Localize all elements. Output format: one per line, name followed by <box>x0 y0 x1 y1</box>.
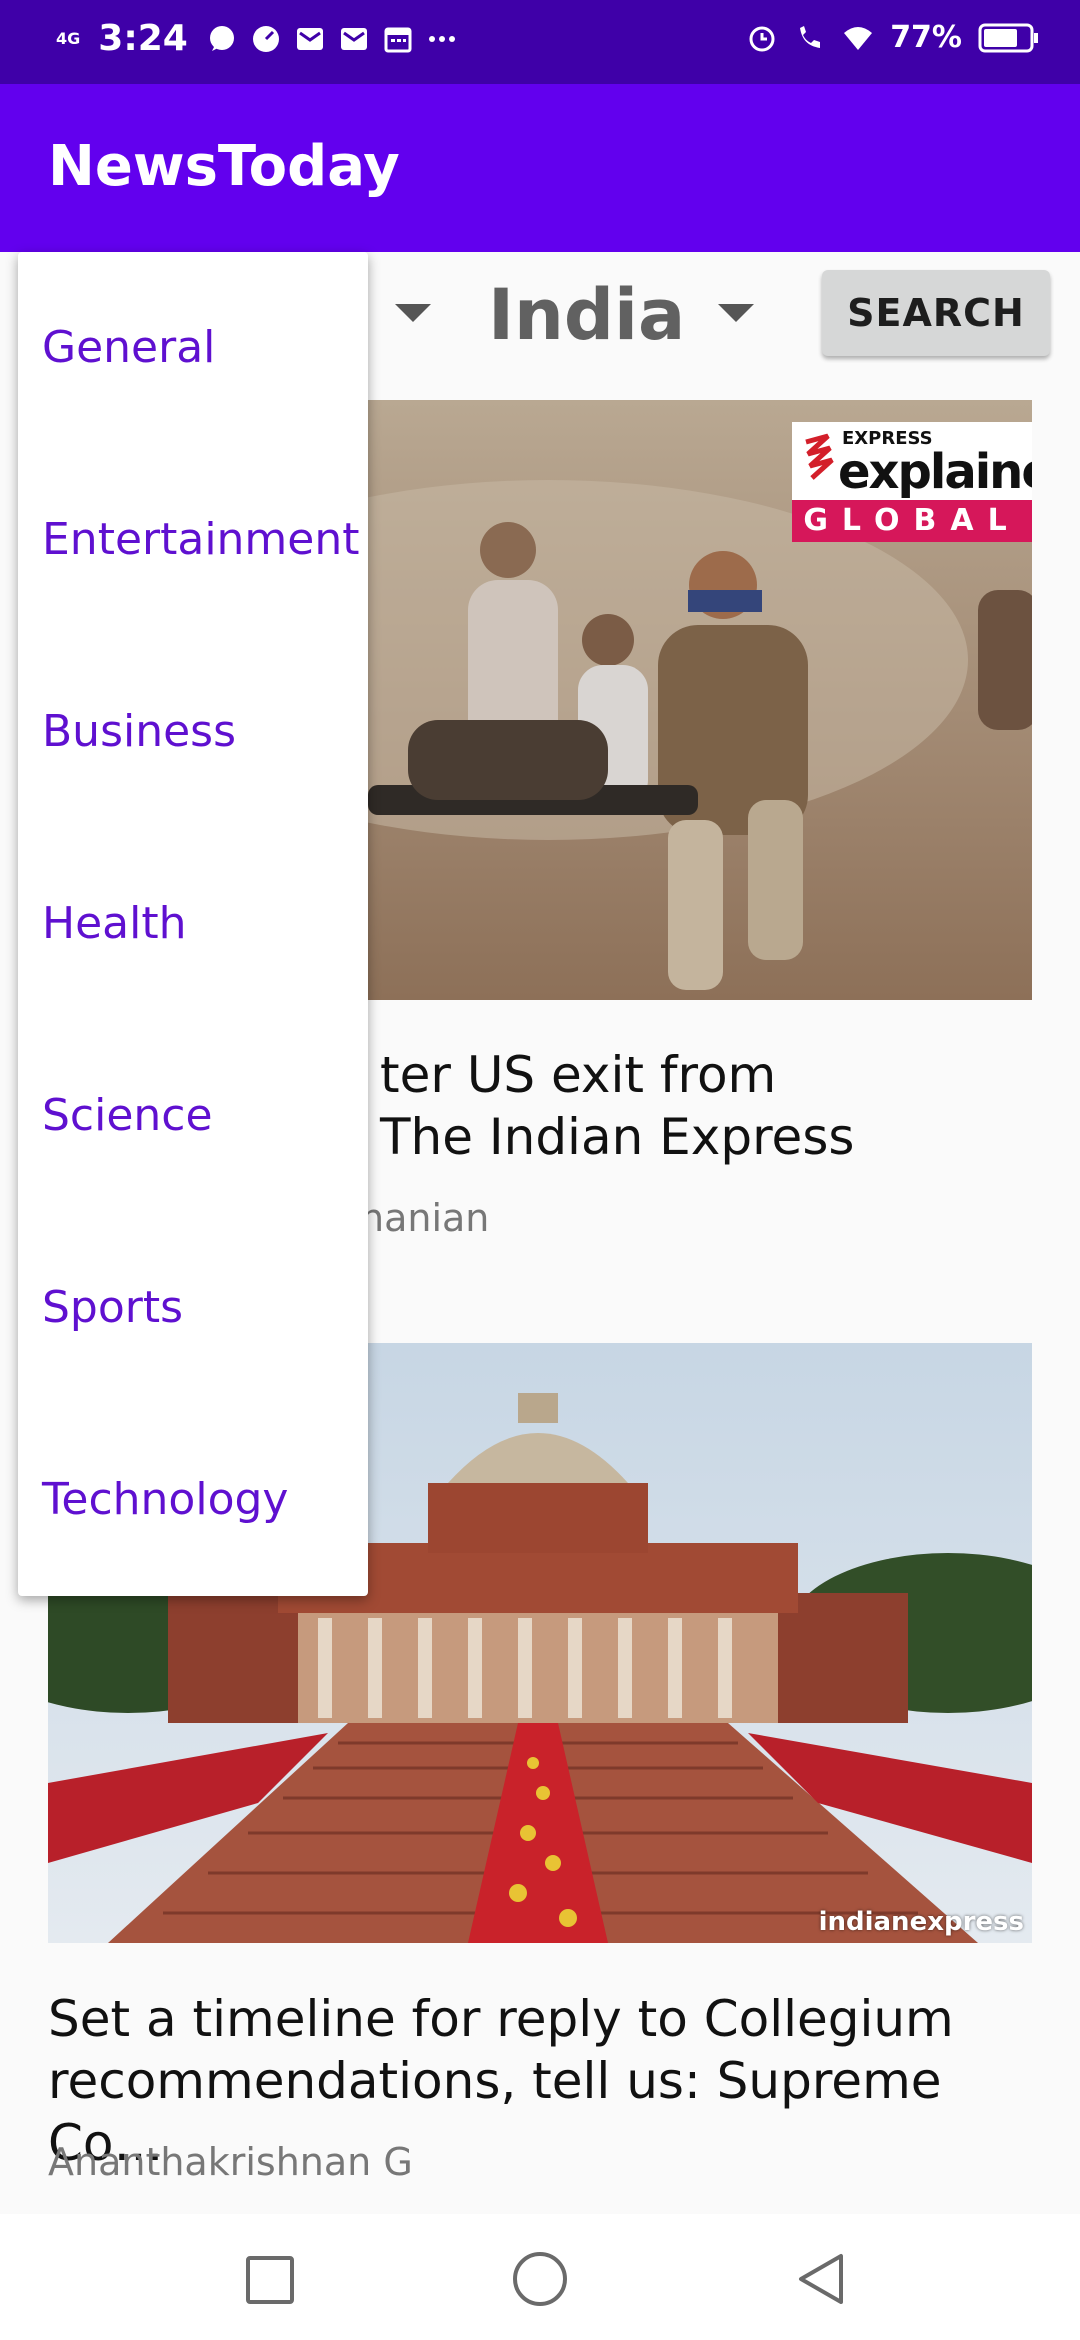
category-option-technology[interactable]: Technology <box>42 1474 288 1525</box>
category-option-entertainment[interactable]: Entertainment <box>42 514 360 565</box>
wifi-icon <box>844 26 873 50</box>
system-nav-bar <box>0 2214 1080 2340</box>
badge-main-text: explainec <box>838 444 1032 500</box>
recents-square-icon[interactable] <box>234 2244 304 2314</box>
message-icon <box>209 25 234 51</box>
article-author: Ananthakrishnan G <box>48 2140 413 2184</box>
category-option-general[interactable]: General <box>42 322 215 373</box>
mail-icon <box>340 27 367 50</box>
wifi-call-icon <box>800 25 821 48</box>
mail-icon <box>296 27 323 50</box>
article-title-line: ter US exit from <box>380 1046 777 1104</box>
battery-percent: 77% <box>890 20 962 55</box>
back-triangle-icon[interactable] <box>785 2244 855 2314</box>
more-icon <box>428 35 455 42</box>
alarm-icon <box>749 26 775 51</box>
country-spinner[interactable]: India <box>488 274 685 356</box>
network-type: 4G <box>56 28 81 48</box>
category-option-business[interactable]: Business <box>42 706 236 757</box>
explained-global-badge: EXPRESS explainec GLOBAL <box>792 422 1032 542</box>
category-option-science[interactable]: Science <box>42 1090 213 1141</box>
indianexpress-watermark: indianexpress <box>818 1907 1024 1937</box>
search-button[interactable]: SEARCH <box>822 270 1050 356</box>
speedometer-icon <box>252 25 279 52</box>
country-spinner-arrow-icon[interactable] <box>718 304 754 322</box>
battery-icon <box>978 23 1038 52</box>
category-dropdown-menu: General Entertainment Business Health Sc… <box>18 252 368 1596</box>
app-bar: NewsToday <box>0 84 1080 252</box>
badge-bottom-text: GLOBAL <box>792 500 1032 542</box>
status-bar: 4G 3:24 77% <box>0 0 1080 84</box>
article-author: nanian <box>360 1196 490 1240</box>
article-title[interactable]: ter US exit from The Indian Express <box>380 1044 1030 1168</box>
category-option-health[interactable]: Health <box>42 898 186 949</box>
calendar-icon <box>384 27 412 52</box>
category-spinner-arrow-icon[interactable] <box>395 304 431 322</box>
category-option-sports[interactable]: Sports <box>42 1282 183 1333</box>
article-title-line: The Indian Express <box>380 1108 855 1166</box>
status-time: 3:24 <box>98 18 188 59</box>
home-circle-icon[interactable] <box>505 2244 575 2314</box>
express-logo-icon <box>805 433 834 480</box>
article-title-line: Set a timeline for reply to Collegium <box>48 1990 954 2048</box>
app-title: NewsToday <box>48 134 400 199</box>
